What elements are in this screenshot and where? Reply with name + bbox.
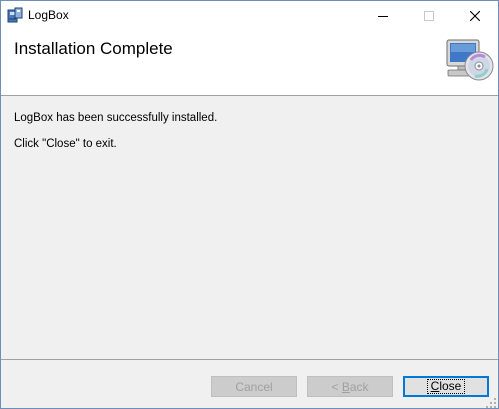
cancel-button[interactable]: Cancel <box>211 376 297 397</box>
close-window-button[interactable] <box>452 1 498 30</box>
button-bar: Cancel < Back Close <box>1 359 498 408</box>
resize-grip-icon[interactable] <box>485 396 497 408</box>
maximize-button[interactable] <box>406 1 452 30</box>
installer-window: LogBox Installation Complete LogBox has … <box>0 0 499 409</box>
close-button-focus: Close <box>426 379 466 394</box>
back-button-accelerator: B <box>341 379 350 394</box>
back-button[interactable]: < Back <box>307 376 393 397</box>
page-title: Installation Complete <box>14 39 173 58</box>
computer-disc-icon <box>444 38 494 84</box>
back-button-label-rest: ack <box>349 379 369 394</box>
back-button-prefix: < <box>331 379 342 394</box>
header-banner: Installation Complete <box>1 30 498 96</box>
close-button[interactable]: Close <box>403 376 489 397</box>
success-message: LogBox has been successfully installed. <box>14 112 218 124</box>
window-title: LogBox <box>28 8 69 22</box>
installer-package-icon <box>6 6 24 24</box>
close-button-label-rest: lose <box>439 379 462 393</box>
exit-instruction: Click "Close" to exit. <box>14 138 117 150</box>
content-area: LogBox has been successfully installed. … <box>1 96 498 356</box>
title-bar[interactable]: LogBox <box>1 1 498 30</box>
close-icon <box>470 10 480 21</box>
cancel-button-label: Cancel <box>235 379 273 394</box>
minimize-button[interactable] <box>360 1 406 30</box>
maximize-icon <box>424 10 434 21</box>
minimize-icon <box>378 15 388 17</box>
